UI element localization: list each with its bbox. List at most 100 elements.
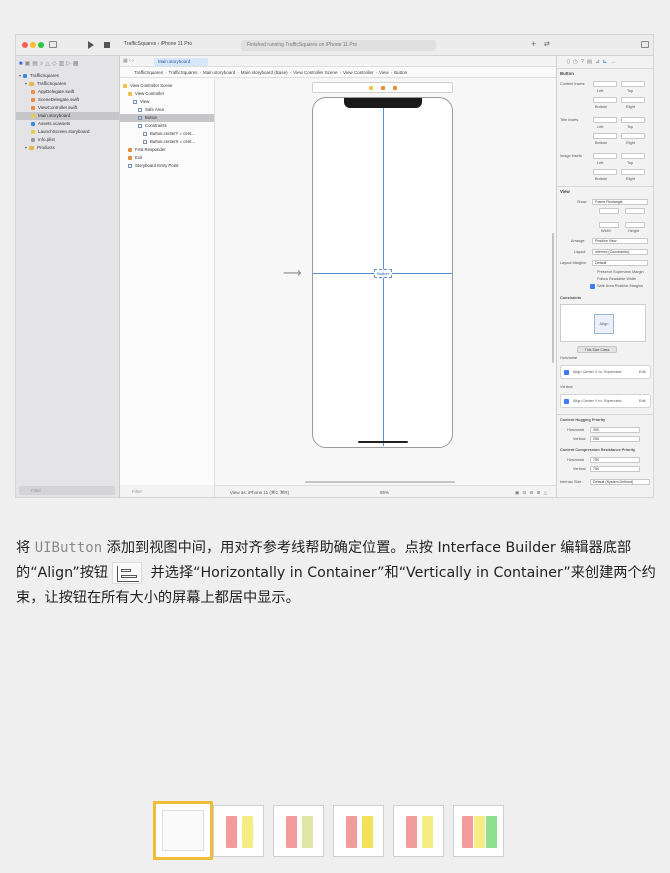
edit-center-x-button[interactable]: Edit (639, 370, 646, 374)
zoom-level[interactable]: 85% (380, 486, 389, 497)
navigator-item[interactable]: ▾ TrafficSquares (16, 72, 119, 80)
identity-inspector-icon[interactable]: ▤ (587, 59, 595, 65)
outline-item[interactable]: Exit (120, 154, 214, 162)
test-tab-icon[interactable]: ◇ (52, 61, 59, 67)
vertical-scrollbar[interactable] (552, 233, 554, 363)
content-insets-left[interactable] (593, 81, 617, 87)
breadcrumb-item[interactable]: Main.storyboard (Base) (241, 70, 288, 75)
navigator-item[interactable]: SceneDelegate.swift (16, 96, 119, 104)
canvas-button[interactable]: Button (374, 269, 392, 278)
report-tab-icon[interactable]: ▦ (73, 61, 81, 67)
navigator-item[interactable]: Assets.xcassets (16, 120, 119, 128)
navigator-filter-field[interactable]: Filter (19, 486, 115, 495)
frame-x-field[interactable] (599, 208, 619, 214)
breadcrumb-item[interactable]: TrafficSquares (169, 70, 198, 75)
hugging-vertical-field[interactable]: 250 (590, 436, 640, 442)
connections-inspector-icon[interactable]: → (610, 59, 619, 65)
view-as-device[interactable]: View as: iPhone 11 (⌘C ⌘R) (230, 486, 289, 497)
title-insets-right[interactable] (621, 133, 645, 139)
breadcrumb-item[interactable]: Main.storyboard (203, 70, 235, 75)
zoom-window-button[interactable] (38, 42, 44, 48)
attributes-inspector-icon[interactable]: ⊿ (595, 59, 603, 65)
content-insets-right[interactable] (621, 97, 645, 103)
first-responder-icon[interactable] (381, 86, 385, 90)
image-insets-top[interactable] (621, 153, 645, 159)
compression-vertical-field[interactable]: 750 (590, 466, 640, 472)
add-constraints-icon[interactable]: ⊞ (536, 490, 541, 495)
navigator-item[interactable]: ▾ TrafficSquares (16, 80, 119, 88)
safe-area-checkbox[interactable]: Safe Area Relative Margins (597, 284, 643, 288)
intrinsic-size-select[interactable]: Default (System Defined) (590, 479, 650, 485)
run-icon[interactable] (88, 41, 94, 49)
follow-readable-checkbox[interactable]: Follow Readable Width (597, 277, 636, 281)
safe-area-check-icon[interactable] (590, 284, 595, 289)
layout-select[interactable]: Inferred (Constraints) (592, 249, 648, 255)
back-forward-icon[interactable]: ▦ ‹ › (123, 58, 134, 64)
frame-y-field[interactable] (625, 208, 645, 214)
storyboard-canvas[interactable]: Button ⟶ (215, 78, 556, 485)
image-insets-right[interactable] (621, 169, 645, 175)
title-insets-top[interactable] (621, 117, 645, 123)
thumbnail[interactable] (153, 801, 213, 860)
center-x-constraint-row[interactable]: Align Center X to: Superview Edit (560, 365, 651, 379)
thumbnail[interactable] (213, 805, 264, 857)
layout-margins-select[interactable]: Default (592, 260, 648, 266)
title-insets-bottom[interactable] (593, 133, 617, 139)
outline-item[interactable]: Constraints (120, 122, 214, 130)
breadcrumb-item[interactable]: Button (394, 70, 407, 75)
frame-width-field[interactable] (599, 222, 619, 228)
outline-item[interactable]: Storyboard Entry Point (120, 162, 214, 170)
content-insets-bottom[interactable] (593, 97, 617, 103)
outline-item[interactable]: View Controller Scene (120, 82, 214, 90)
view-controller-icon[interactable] (369, 86, 373, 90)
image-insets-bottom[interactable] (593, 169, 617, 175)
library-plus-icon[interactable]: + (531, 39, 536, 49)
scheme-selector[interactable]: TrafficSquares › iPhone 11 Pro (124, 41, 192, 47)
exit-icon[interactable] (393, 86, 397, 90)
navigator-toggle-icon[interactable] (49, 41, 57, 48)
navigator-item[interactable]: Main.storyboard (16, 112, 119, 120)
issue-tab-icon[interactable]: △ (45, 61, 52, 67)
outline-item[interactable]: View (120, 98, 214, 106)
outline-item[interactable]: Button.centerX = cent... (120, 138, 214, 146)
stop-icon[interactable] (104, 42, 110, 48)
breadcrumb-item[interactable]: View Controller (343, 70, 373, 75)
outline-item[interactable]: Safe Area (120, 106, 214, 114)
horizontal-scrollbar[interactable] (215, 481, 556, 484)
navigator-item[interactable]: ▾ Products (16, 144, 119, 152)
compression-horizontal-field[interactable]: 750 (590, 457, 640, 463)
thumbnail[interactable] (393, 805, 444, 857)
outline-item[interactable]: Button (120, 114, 214, 122)
thumbnail[interactable] (453, 805, 504, 857)
breadcrumb-item[interactable]: View (379, 70, 389, 75)
arrange-select[interactable]: Position View (592, 238, 648, 244)
show-select[interactable]: Frame Rectangle (592, 199, 648, 205)
frame-height-field[interactable] (625, 222, 645, 228)
title-insets-left[interactable] (593, 117, 617, 123)
breadcrumb-item[interactable]: TrafficSquares (134, 70, 163, 75)
minimize-window-button[interactable] (30, 42, 36, 48)
tab-main-storyboard[interactable]: Main.storyboard (154, 58, 208, 66)
thumbnail[interactable] (333, 805, 384, 857)
code-review-icon[interactable]: ⇄ (544, 40, 550, 48)
breakpoint-tab-icon[interactable]: ▷ (66, 61, 73, 67)
image-insets-left[interactable] (593, 153, 617, 159)
outline-item[interactable]: Button.centerY = cent... (120, 130, 214, 138)
align-icon[interactable]: ⊟ (529, 490, 534, 495)
navigator-item[interactable]: ViewController.swift (16, 104, 119, 112)
outline-filter-field[interactable]: Filter (120, 485, 215, 497)
navigator-item[interactable]: AppDelegate.swift (16, 88, 119, 96)
symbol-tab-icon[interactable]: ▤ (32, 61, 40, 67)
disclosure-icon[interactable]: ▾ (25, 80, 27, 88)
disclosure-icon[interactable]: ▾ (25, 144, 27, 152)
outline-item[interactable]: First Responder (120, 146, 214, 154)
breadcrumb-item[interactable]: View Controller Scene (293, 70, 337, 75)
size-class-button[interactable]: This Size Class (577, 346, 617, 353)
resolve-issues-icon[interactable]: △ (544, 490, 548, 495)
disclosure-icon[interactable]: ▾ (19, 72, 21, 80)
navigator-item[interactable]: Info.plist (16, 136, 119, 144)
update-frames-icon[interactable]: ▣ (515, 490, 520, 495)
content-insets-top[interactable] (621, 81, 645, 87)
preserve-superview-checkbox[interactable]: Preserve Superview Margin (597, 270, 644, 274)
close-window-button[interactable] (22, 42, 28, 48)
